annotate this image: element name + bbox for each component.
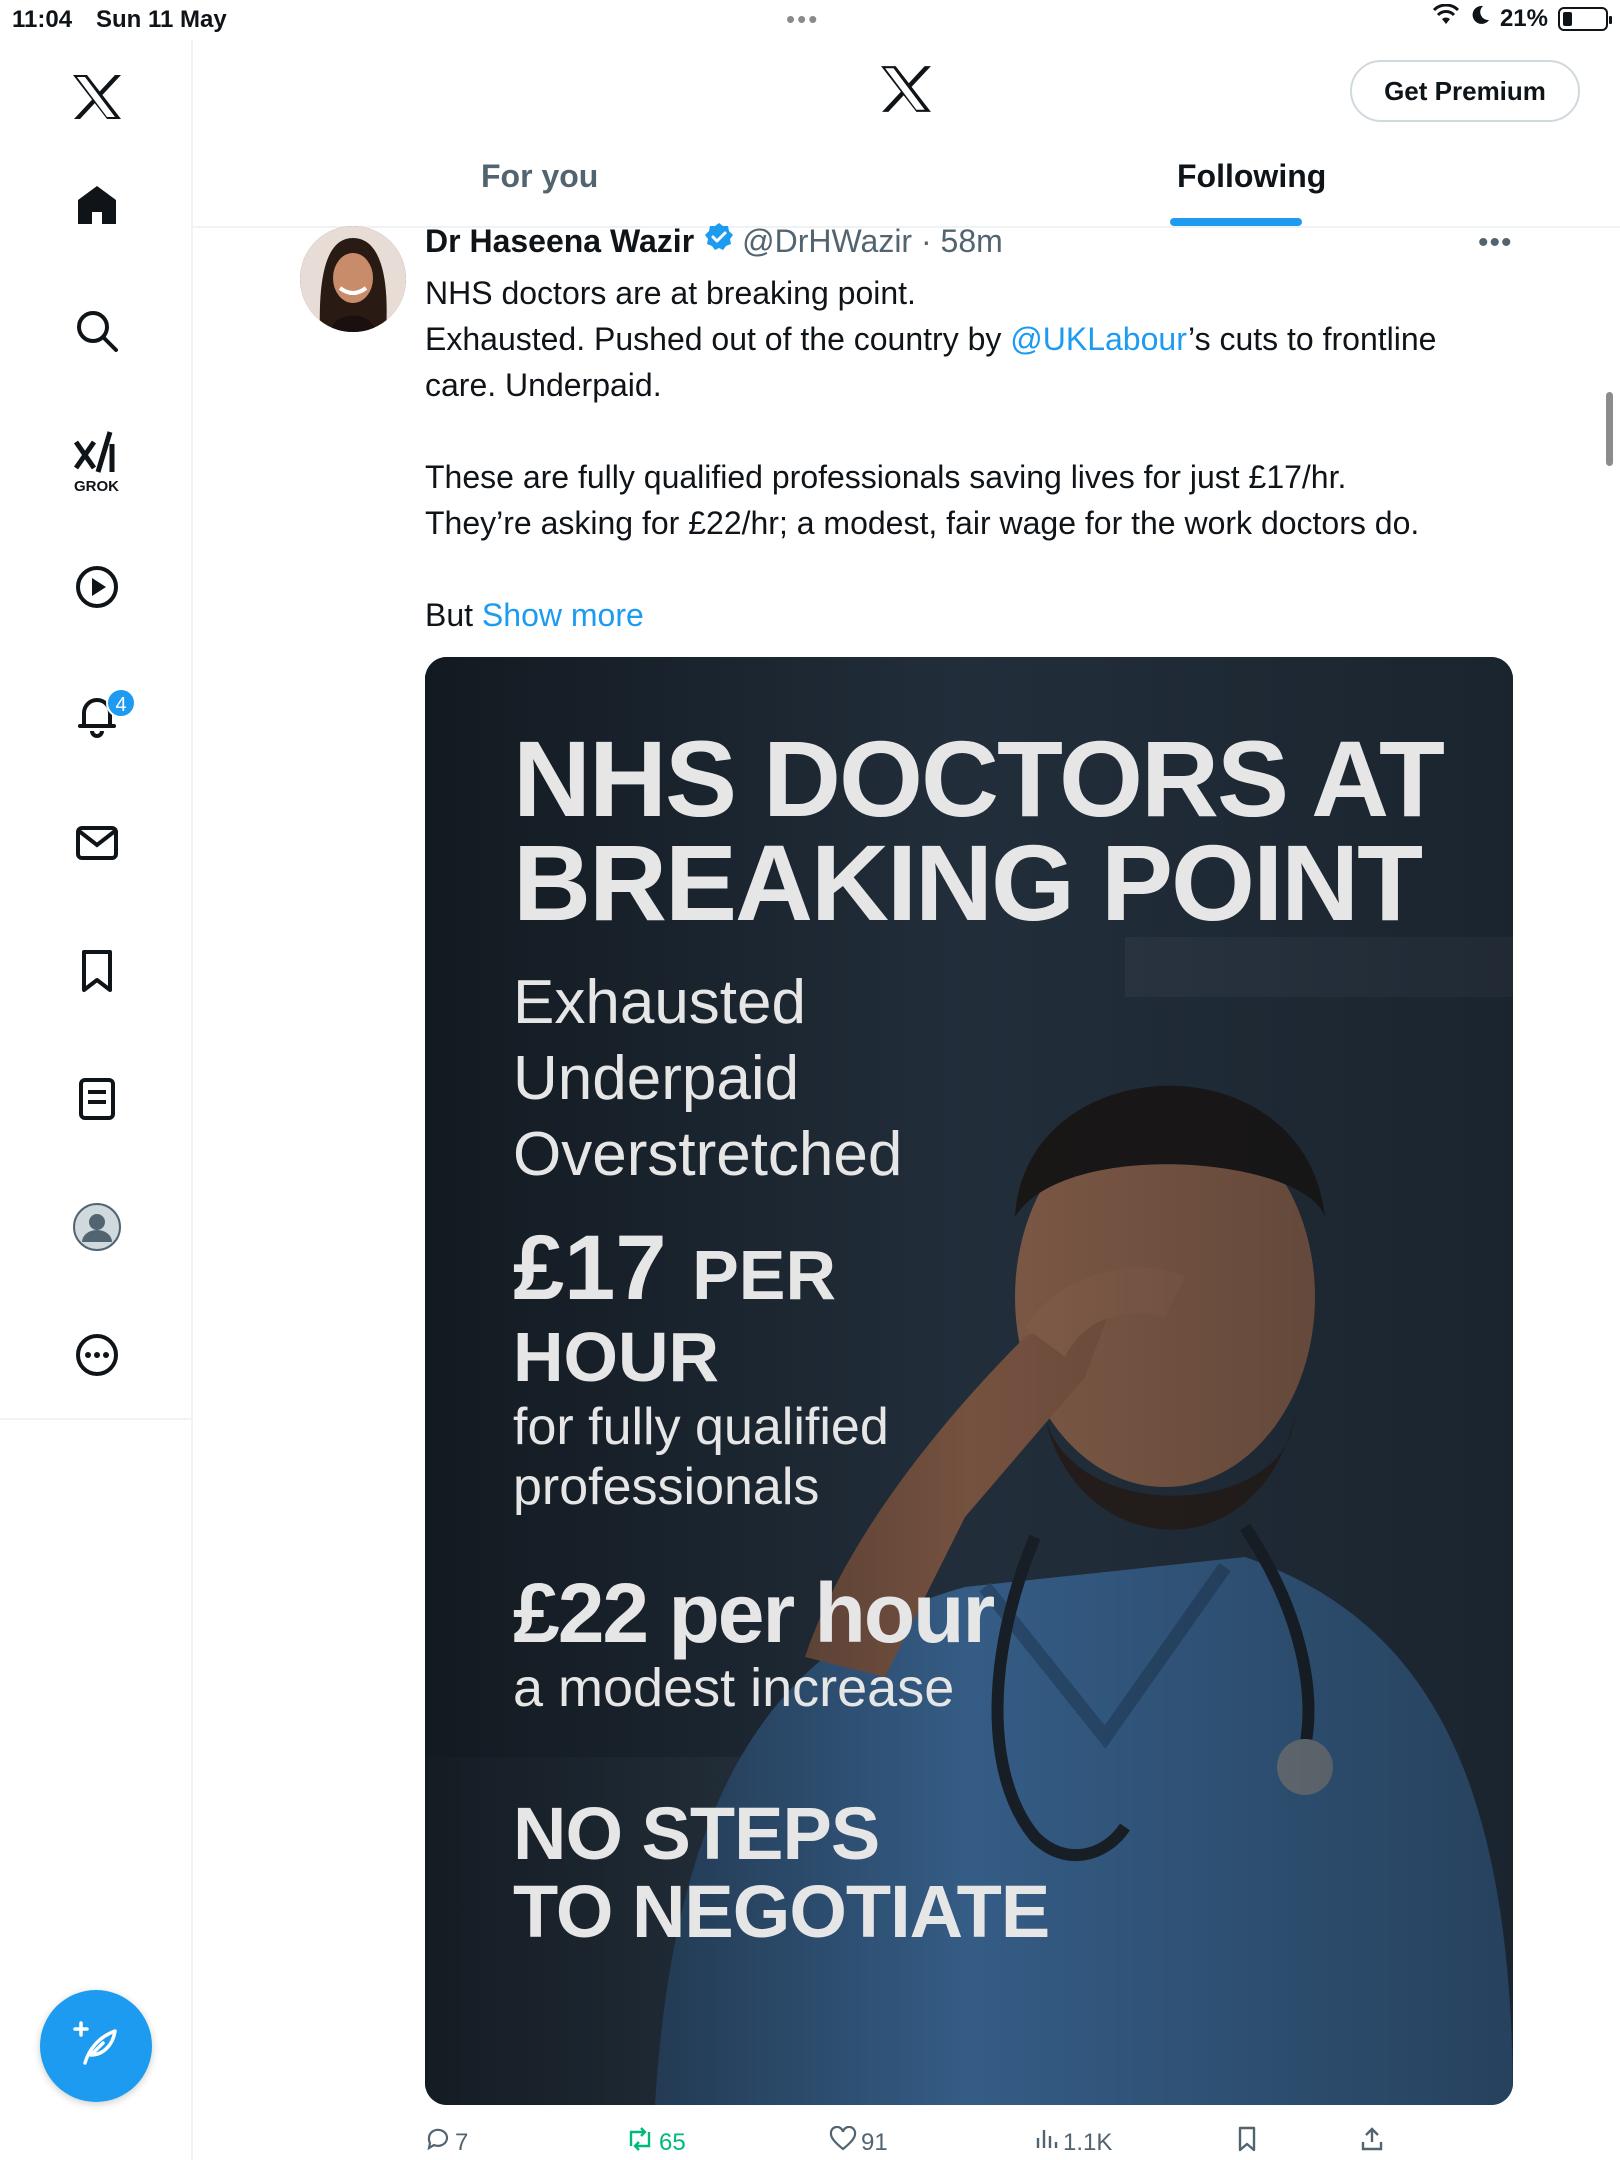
image-neg-line: TO NEGOTIATE xyxy=(513,1870,1050,1953)
sidebar-item-notifications[interactable]: 4 xyxy=(0,680,193,750)
image-subtitle: Exhausted Underpaid Overstretched xyxy=(513,965,902,1193)
verified-badge-icon xyxy=(704,222,734,260)
sidebar-item-bookmarks[interactable] xyxy=(0,936,193,1006)
tweet-actions: 7 65 91 1.1K xyxy=(425,2125,1425,2160)
image-neg-line: NO STEPS xyxy=(513,1792,880,1875)
like-count: 91 xyxy=(861,2128,888,2156)
play-circle-icon xyxy=(74,564,120,610)
mail-icon xyxy=(74,820,120,866)
tweet-line: They’re asking for £22/hr; a modest, fai… xyxy=(425,505,1420,541)
image-rate-hour: HOUR xyxy=(513,1318,720,1396)
separator-dot: · xyxy=(912,222,941,259)
grok-icon xyxy=(72,428,120,476)
bookmark-icon xyxy=(1235,2126,1259,2159)
get-premium-button[interactable]: Get Premium xyxy=(1350,60,1580,122)
share-icon xyxy=(1359,2126,1385,2159)
sidebar-item-lists[interactable] xyxy=(0,1064,193,1134)
image-increase: a modest increase xyxy=(513,1658,955,1718)
sidebar-item-profile[interactable] xyxy=(0,1192,193,1262)
more-circle-icon xyxy=(74,1332,120,1378)
repost-count: 65 xyxy=(659,2128,686,2156)
image-rate-per: PER xyxy=(692,1236,836,1314)
tweet-text-segment: But xyxy=(425,597,474,633)
sidebar-x-logo[interactable] xyxy=(0,62,193,132)
status-date: Sun 11 May xyxy=(96,6,227,33)
x-logo-icon xyxy=(71,73,123,121)
home-icon xyxy=(74,182,120,228)
list-document-icon xyxy=(74,1076,120,1122)
views-chart-icon xyxy=(1033,2126,1059,2159)
sidebar-item-videos[interactable] xyxy=(0,552,193,622)
status-right: 21% xyxy=(1432,3,1612,33)
status-bar: 11:04 Sun 11 May ••• 21% xyxy=(0,0,1620,40)
image-rate-value: £17 xyxy=(513,1217,667,1319)
tweet-line: NHS doctors are at breaking point. xyxy=(425,275,916,311)
battery-icon xyxy=(1558,6,1612,31)
author-avatar[interactable] xyxy=(300,226,406,332)
image-title: NHS DOCTORS AT BREAKING POINT xyxy=(513,718,1445,943)
compose-post-button[interactable] xyxy=(40,1990,152,2102)
compose-feather-icon xyxy=(71,2019,121,2074)
image-rate-17: £17 PER xyxy=(513,1222,836,1320)
share-button[interactable] xyxy=(1359,2126,1385,2159)
image-sub-line: Exhausted xyxy=(513,968,806,1037)
tweet-image[interactable]: NHS DOCTORS AT BREAKING POINT Exhausted … xyxy=(425,657,1513,2105)
views-count: 1.1K xyxy=(1063,2128,1113,2156)
search-icon xyxy=(74,308,120,354)
status-time: 11:04 xyxy=(12,6,73,33)
author-handle[interactable]: @DrHWazir xyxy=(742,223,912,260)
repost-icon xyxy=(625,2126,655,2159)
repost-button[interactable]: 65 xyxy=(625,2126,686,2159)
sidebar-item-explore[interactable] xyxy=(0,296,193,366)
mention-link[interactable]: @UKLabour xyxy=(1010,321,1188,357)
reply-icon xyxy=(425,2126,451,2159)
moon-icon xyxy=(1470,4,1490,33)
sidebar-divider xyxy=(191,1420,193,2160)
image-qual-line: professionals xyxy=(513,1458,820,1516)
image-title-line: BREAKING POINT xyxy=(513,822,1423,943)
show-more-link[interactable]: Show more xyxy=(482,597,644,633)
sidebar-item-messages[interactable] xyxy=(0,808,193,878)
heart-icon xyxy=(829,2125,857,2159)
image-sub-line: Overstretched xyxy=(513,1120,903,1189)
image-qualified: for fully qualified professionals xyxy=(513,1397,889,1517)
active-tab-indicator xyxy=(1170,218,1302,226)
tweet-line: Exhausted. Pushed out of the country by … xyxy=(425,316,1515,408)
image-negotiate: NO STEPS TO NEGOTIATE xyxy=(513,1792,1050,1953)
wifi-icon xyxy=(1432,3,1460,33)
reply-button[interactable]: 7 xyxy=(425,2126,468,2159)
x-logo-icon[interactable] xyxy=(879,64,933,119)
image-qual-line: for fully qualified xyxy=(513,1398,889,1456)
reply-count: 7 xyxy=(455,2128,469,2156)
tweet-line: But Show more xyxy=(425,592,1515,638)
tab-following[interactable]: Following xyxy=(1177,158,1326,195)
tab-for-you[interactable]: For you xyxy=(481,158,598,195)
image-title-line: NHS DOCTORS AT xyxy=(513,718,1445,839)
tweet-text-segment: Exhausted. Pushed out of the country by xyxy=(425,321,1011,357)
image-sub-line: Underpaid xyxy=(513,1044,800,1113)
image-rate-22: £22 per hour xyxy=(513,1566,995,1660)
notification-badge: 4 xyxy=(106,688,136,718)
sidebar-item-home[interactable] xyxy=(0,170,193,240)
sidebar-nav: GROK 4 xyxy=(0,40,193,1420)
like-button[interactable]: 91 xyxy=(829,2125,888,2159)
sidebar-item-more[interactable] xyxy=(0,1320,193,1390)
sidebar-item-grok[interactable]: GROK xyxy=(0,424,193,524)
tweet-body: NHS doctors are at breaking point. Exhau… xyxy=(425,270,1515,638)
bookmark-icon xyxy=(74,948,120,994)
more-options-icon[interactable]: ••• xyxy=(1478,226,1513,260)
battery-percent: 21% xyxy=(1499,4,1548,32)
grok-label: GROK xyxy=(74,478,119,495)
tweet-time[interactable]: 58m xyxy=(941,223,1003,260)
multitasking-dots-icon[interactable]: ••• xyxy=(786,4,819,35)
views-button[interactable]: 1.1K xyxy=(1033,2126,1112,2159)
scrollbar-thumb[interactable] xyxy=(1606,392,1613,466)
profile-avatar-icon xyxy=(72,1202,122,1252)
author-name[interactable]: Dr Haseena Wazir xyxy=(425,223,694,260)
bookmark-button[interactable] xyxy=(1235,2126,1259,2159)
timeline-header: Get Premium For you Following xyxy=(193,40,1620,228)
tweet-line: These are fully qualified professionals … xyxy=(425,459,1347,495)
tweet-header: Dr Haseena Wazir @DrHWazir · 58m xyxy=(425,222,1003,260)
